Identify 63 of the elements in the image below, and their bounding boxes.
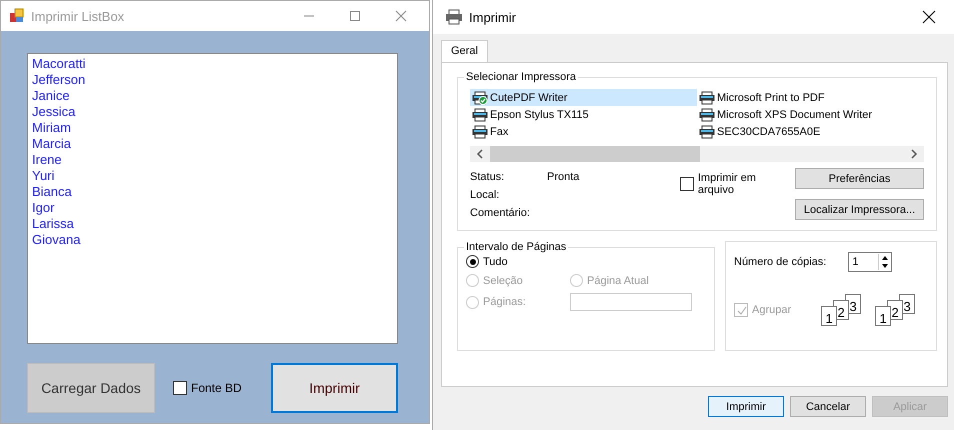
printer-icon: [699, 108, 715, 122]
group-title: Intervalo de Páginas: [465, 241, 568, 253]
page-sheet: 1: [821, 306, 838, 326]
info-label: Comentário:: [470, 207, 531, 219]
print-button[interactable]: Imprimir: [271, 363, 398, 413]
checkbox[interactable]: [173, 381, 187, 395]
scroll-left-icon[interactable]: [476, 149, 484, 159]
printer-item[interactable]: CutePDF Writer: [470, 89, 697, 106]
info-value: Pronta: [547, 171, 580, 183]
printer-icon: [699, 90, 715, 104]
list-item[interactable]: Yuri: [32, 168, 393, 184]
window-title: Imprimir ListBox: [31, 8, 126, 24]
horizontal-scrollbar[interactable]: [470, 146, 924, 162]
dialog-button[interactable]: Cancelar: [790, 396, 866, 417]
list-item[interactable]: Igor: [32, 200, 393, 216]
maximize-icon[interactable]: [349, 10, 361, 22]
close-icon[interactable]: [922, 10, 936, 24]
checkbox[interactable]: [680, 177, 694, 191]
group-title: Selecionar Impressora: [465, 71, 578, 83]
copies-label: Número de cópias:: [734, 256, 826, 268]
printer-item[interactable]: SEC30CDA7655A0E: [697, 123, 924, 140]
list-item[interactable]: Giovana: [32, 232, 393, 248]
list-item[interactable]: Jessica: [32, 104, 393, 120]
printer-item[interactable]: Fax: [470, 123, 697, 140]
page-sheet: 1: [875, 306, 892, 326]
printer-icon: [472, 108, 488, 122]
printer-item[interactable]: Epson Stylus TX115: [470, 106, 697, 123]
printer-icon: [472, 124, 488, 138]
list-item[interactable]: Janice: [32, 88, 393, 104]
list-item[interactable]: Miriam: [32, 120, 393, 136]
dialog-title: Imprimir: [469, 10, 517, 24]
radio-label: Seleção: [483, 274, 523, 286]
list-item[interactable]: Larissa: [32, 216, 393, 232]
dialog-button[interactable]: Imprimir: [708, 396, 784, 417]
printer-item[interactable]: Microsoft XPS Document Writer: [697, 106, 924, 123]
list-item[interactable]: Macoratti: [32, 56, 393, 72]
printer-item[interactable]: Microsoft Print to PDF: [697, 89, 924, 106]
radio-label: Páginas:: [483, 296, 526, 308]
list-box[interactable]: Macoratti Jefferson Janice Jessica Miriam Marcia Irene Yuri Bianca Igor Larissa Giovana: [27, 53, 398, 344]
scroll-right-icon[interactable]: [910, 149, 918, 159]
list-item[interactable]: Irene: [32, 152, 393, 168]
radio-label: Tudo: [483, 256, 508, 268]
list-item[interactable]: Marcia: [32, 136, 393, 152]
copies-spinner[interactable]: 1: [848, 252, 892, 272]
tab[interactable]: Geral: [441, 40, 488, 62]
info-label: Local:: [470, 189, 500, 201]
printer-icon: [472, 90, 488, 104]
printer-icon: [445, 9, 463, 25]
list-item[interactable]: Jefferson: [32, 72, 393, 88]
checkbox-label: Imprimir em arquivo: [698, 172, 757, 196]
app-icon: [9, 8, 25, 24]
list-item[interactable]: Bianca: [32, 184, 393, 200]
printer-list[interactable]: CutePDF Writer Epson Stylus TX115 Fax Microsoft Print to PDF Microsoft XPS Document Writer SEC30CDA7655A0E: [466, 85, 928, 162]
load-data-button[interactable]: Carregar Dados: [27, 363, 155, 413]
checkbox-label: Agrupar: [752, 304, 792, 316]
pages-field[interactable]: [570, 293, 692, 311]
radio-label: Página Atual: [587, 274, 649, 286]
radio-button[interactable]: [466, 255, 479, 268]
preferences-button[interactable]: Preferências: [795, 168, 924, 189]
printer-icon: [699, 124, 715, 138]
info-label: Status:: [470, 171, 506, 183]
find-printer-button[interactable]: Localizar Impressora...: [795, 199, 924, 220]
checkbox-label: Fonte BD: [191, 381, 242, 395]
